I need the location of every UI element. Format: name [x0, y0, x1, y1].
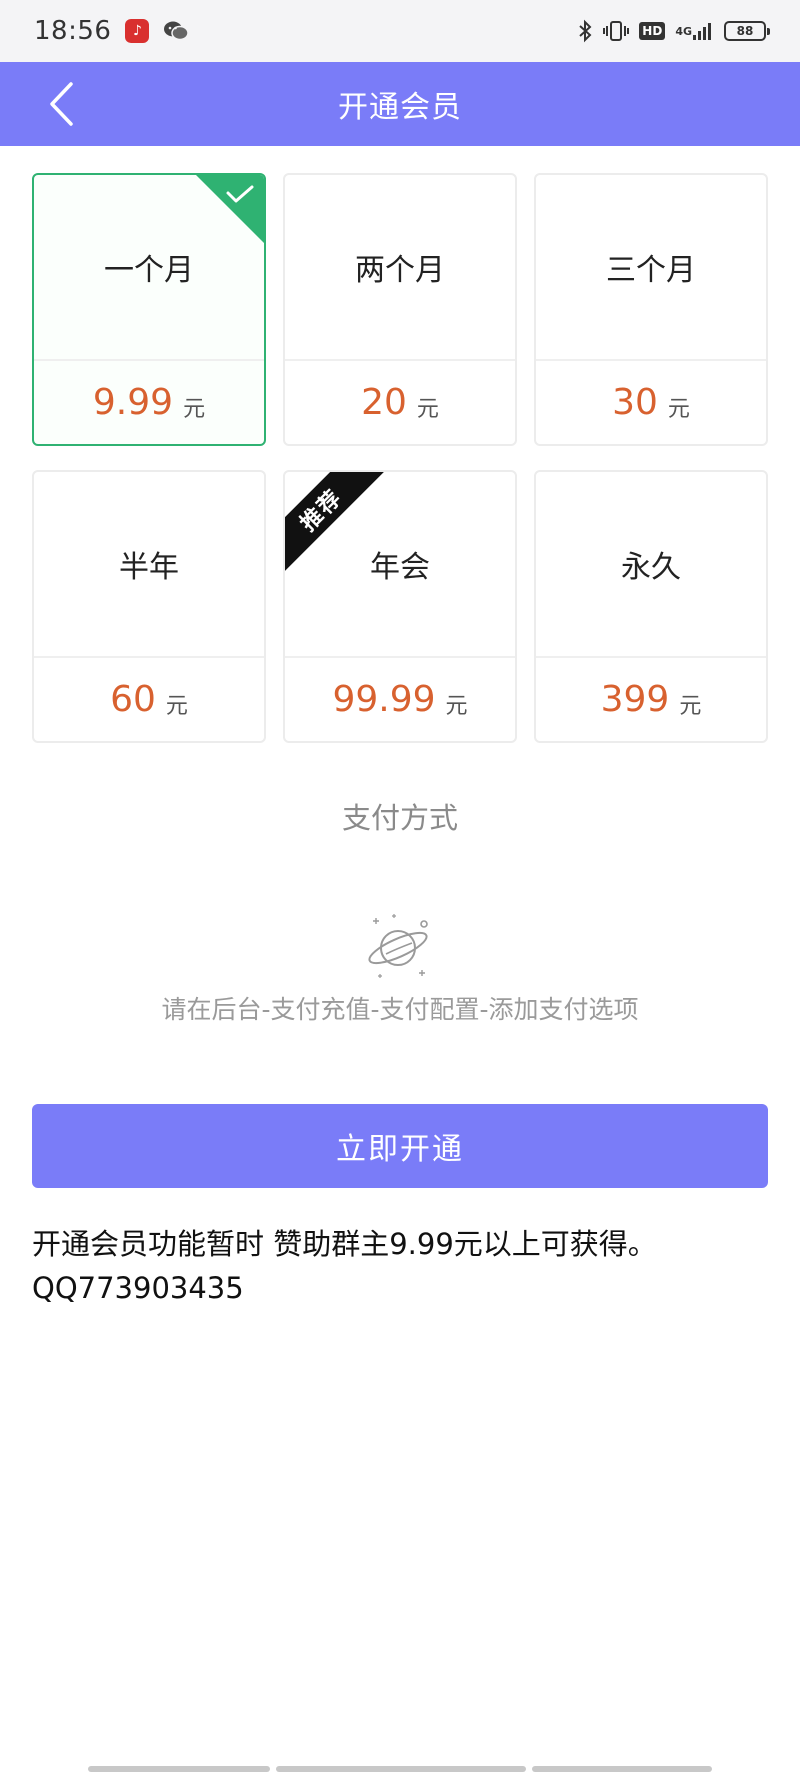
network-label: 4G [675, 24, 692, 38]
plan-price: 99.99 [332, 679, 436, 720]
signal-4g-icon: 4G [675, 21, 714, 41]
back-button[interactable] [34, 76, 90, 132]
membership-note: 开通会员功能暂时 赞助群主9.99元以上可获得。 QQ773903435 [32, 1222, 772, 1310]
note-line-2: QQ773903435 [32, 1271, 244, 1305]
nav-segment [532, 1766, 712, 1772]
plan-price-row: 30 元 [536, 361, 766, 444]
plan-price: 399 [600, 679, 670, 720]
plan-price: 9.99 [92, 382, 174, 423]
price-unit: 元 [183, 396, 206, 422]
battery-icon: 88 [724, 21, 770, 41]
status-time: 18:56 [34, 16, 112, 46]
plan-price-row: 399 元 [536, 658, 766, 741]
plan-card-two-months[interactable]: 两个月 20 元 [283, 173, 517, 446]
payment-title: 支付方式 [341, 801, 458, 835]
price-unit: 元 [667, 396, 690, 422]
nav-segment [276, 1766, 526, 1772]
plan-price: 20 [361, 382, 407, 423]
page-title: 开通会员 [338, 90, 462, 125]
plan-price-row: 9.99 元 [34, 361, 264, 444]
wechat-icon [163, 20, 190, 42]
selected-check-icon [196, 175, 264, 243]
plan-price-row: 99.99 元 [285, 658, 515, 741]
plan-name: 永久 [536, 472, 766, 658]
plan-name: 三个月 [536, 175, 766, 361]
plan-card-three-months[interactable]: 三个月 30 元 [534, 173, 768, 446]
price-unit: 元 [445, 693, 468, 719]
status-left: 18:56 ♪ [34, 16, 190, 46]
planet-icon [368, 914, 428, 978]
status-bar: 18:56 ♪ HD 4G 88 [0, 0, 800, 62]
plan-card-one-month[interactable]: 一个月 9.99 元 [32, 173, 266, 446]
price-unit: 元 [165, 693, 188, 719]
gesture-nav-bar[interactable] [88, 1766, 712, 1772]
netease-music-icon: ♪ [125, 19, 150, 43]
payment-hint: 请在后台-支付充值-支付配置-添加支付选项 [161, 995, 639, 1024]
chevron-left-icon [50, 82, 73, 126]
price-unit: 元 [416, 396, 439, 422]
activate-button[interactable]: 立即开通 [32, 1104, 768, 1188]
nav-segment [88, 1766, 270, 1772]
plan-card-annual[interactable]: 年会 99.99 元 推荐 [283, 470, 517, 743]
plan-card-half-year[interactable]: 半年 60 元 [32, 470, 266, 743]
app-header: 开通会员 [0, 62, 800, 146]
note-line-1: 开通会员功能暂时 赞助群主9.99元以上可获得。 [32, 1227, 657, 1261]
plan-price-row: 60 元 [34, 658, 264, 741]
plan-name: 两个月 [285, 175, 515, 361]
plan-card-lifetime[interactable]: 永久 399 元 [534, 470, 768, 743]
plan-name: 年会 [285, 472, 515, 658]
plan-name: 半年 [34, 472, 264, 658]
plan-grid: 一个月 9.99 元 两个月 20 元 三个月 30 元 半年 60 元 年会 [32, 173, 768, 743]
hd-icon: HD [639, 22, 666, 40]
plan-price-row: 20 元 [285, 361, 515, 444]
status-right: HD 4G 88 [577, 19, 770, 43]
plan-price: 60 [110, 679, 156, 720]
plan-price: 30 [612, 382, 658, 423]
price-unit: 元 [679, 693, 702, 719]
vibrate-icon [603, 20, 630, 42]
bluetooth-icon [577, 19, 593, 43]
